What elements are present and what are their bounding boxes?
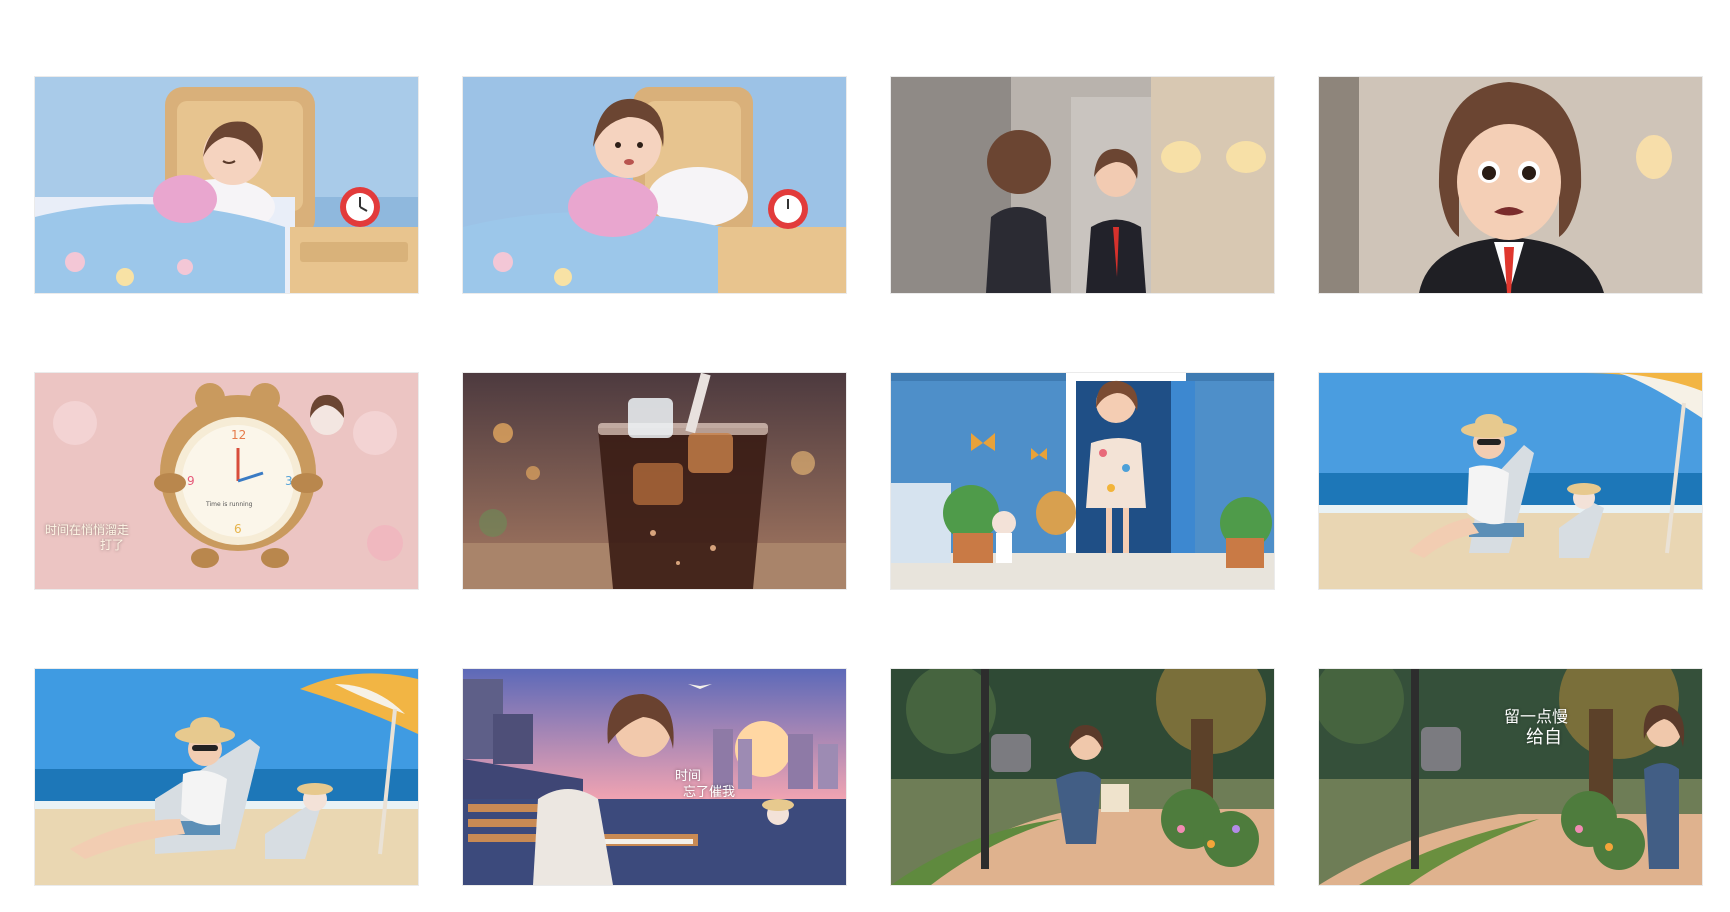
frame-girl-waking-up[interactable] (463, 77, 846, 293)
mailbox-park-illustration (891, 669, 1274, 885)
doorway-illustration (891, 373, 1274, 589)
frame-bear-clock[interactable]: 12 3 6 9 时间在悄悄溜走 打了 Time is running (35, 373, 418, 589)
frame-rooftop-writing[interactable]: 时间 忘了催我 (463, 669, 846, 885)
frame-girl-mirror-suit[interactable] (891, 77, 1274, 293)
worried-illustration (1319, 77, 1702, 293)
clock-caption-line2: 打了 (100, 538, 125, 552)
svg-text:6: 6 (234, 522, 242, 536)
frame-mailbox-walk[interactable]: 留一点慢 给自 (1319, 669, 1702, 885)
svg-text:9: 9 (187, 474, 195, 488)
beach-1-illustration (1319, 373, 1702, 589)
clock-caption: 时间在悄悄溜走 打了 (45, 523, 129, 553)
clock-face-text: Time is running (206, 501, 253, 508)
mailbox-caption-line1: 留一点慢 (1504, 707, 1569, 726)
frame-beach-lounger-2[interactable] (35, 669, 418, 885)
cola-illustration (463, 373, 846, 589)
storyboard-grid: 12 3 6 9 时间在悄悄溜走 打了 Time is running 时间 忘… (35, 77, 1702, 885)
frame-girl-sleeping[interactable] (35, 77, 418, 293)
rooftop-caption-line2: 忘了催我 (683, 785, 736, 801)
rooftop-illustration (463, 669, 846, 885)
mirror-illustration (891, 77, 1274, 293)
mailbox-caption: 留一点慢 给自 (1504, 707, 1568, 750)
waking-illustration (463, 77, 846, 293)
mailbox-caption-line2: 给自 (1526, 727, 1562, 748)
frame-girl-doorway-butterflies[interactable] (891, 373, 1274, 589)
frame-iced-cola[interactable] (463, 373, 846, 589)
beach-2-illustration (35, 669, 418, 885)
rooftop-caption: 时间 忘了催我 (675, 769, 735, 802)
sleeping-illustration (35, 77, 418, 293)
svg-text:12: 12 (231, 428, 246, 442)
frame-mailbox-park[interactable] (891, 669, 1274, 885)
clock-caption-line1: 时间在悄悄溜走 (45, 523, 130, 537)
frame-girl-worried-suit[interactable] (1319, 77, 1702, 293)
bear-clock-illustration: 12 3 6 9 (35, 373, 418, 589)
rooftop-caption-line1: 时间 (675, 769, 702, 784)
mailbox-walk-illustration (1319, 669, 1702, 885)
frame-beach-lounger-1[interactable] (1319, 373, 1702, 589)
